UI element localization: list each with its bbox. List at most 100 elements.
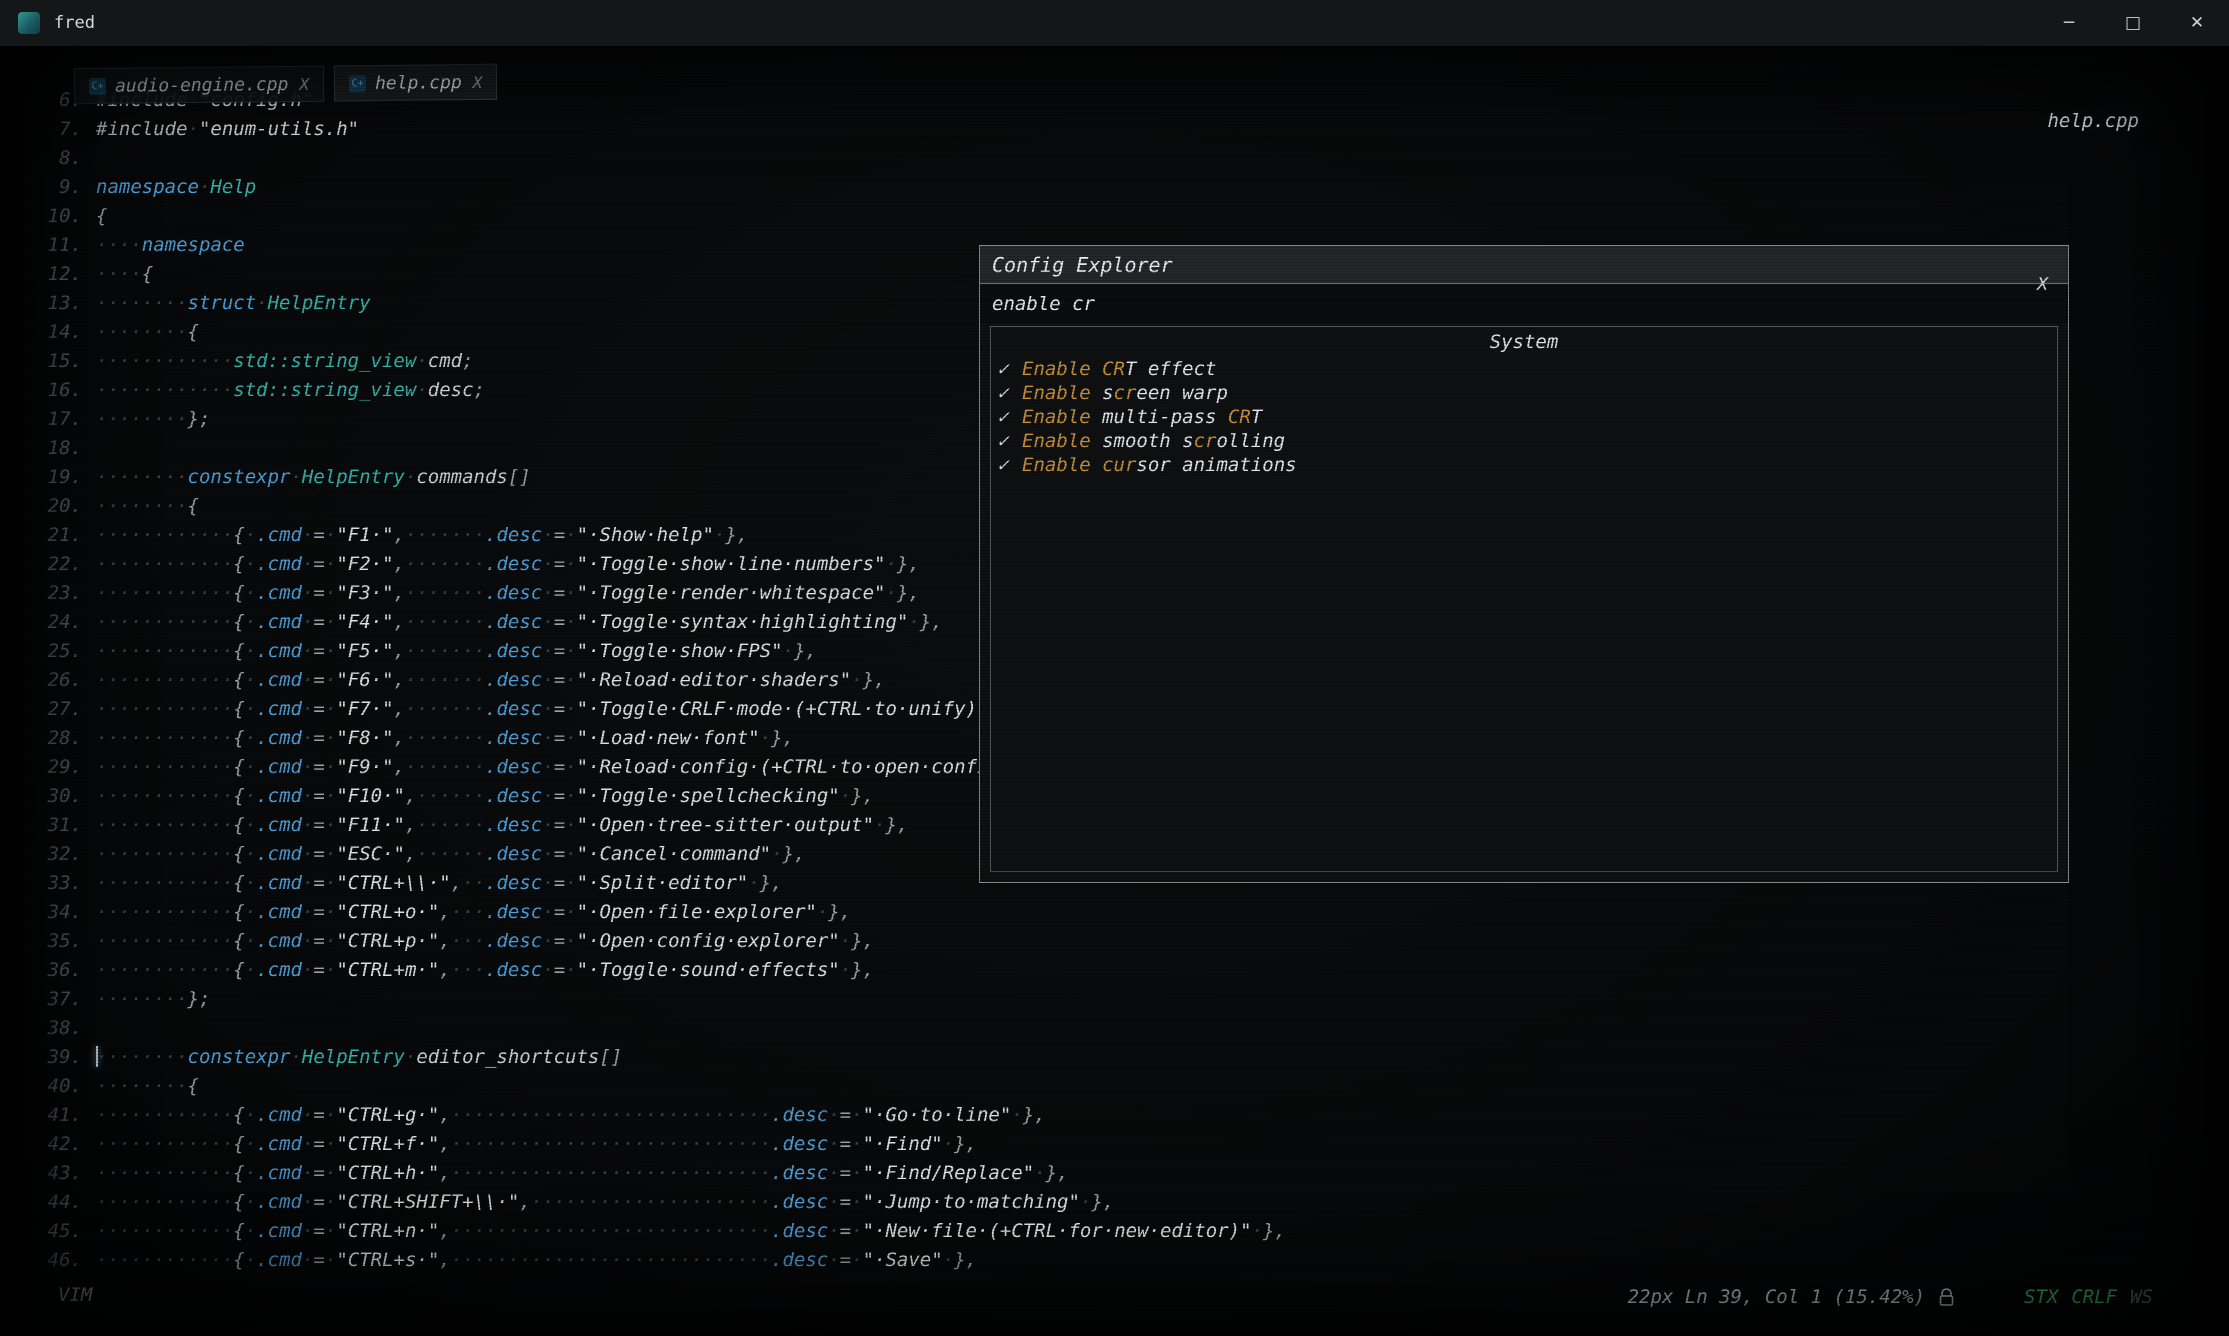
code-text: ············{·.cmd·=·"CTRL+h·",·········… — [96, 1159, 1069, 1188]
line-number: 34. — [24, 898, 82, 927]
config-section-header: System — [991, 329, 2057, 355]
line-number: 35. — [24, 927, 82, 956]
code-text: { — [96, 202, 107, 231]
line-number: 42. — [24, 1130, 82, 1159]
code-text: ············{·.cmd·=·"F9·",·······.desc·… — [96, 753, 1057, 782]
code-line: 38. — [24, 1014, 2205, 1043]
config-option[interactable]: ✓Enable multi-pass CRT — [991, 405, 2057, 429]
vim-mode-indicator: VIM — [58, 1284, 92, 1306]
code-text: ············{·.cmd·=·"CTRL+m·",···.desc·… — [96, 956, 874, 985]
checkbox-checked-icon[interactable]: ✓ — [997, 357, 1013, 381]
tab-bar: C+ audio-engine.cpp XC+ help.cpp X — [74, 64, 498, 104]
config-search-input[interactable]: enable cr — [980, 285, 2068, 323]
line-number: 41. — [24, 1101, 82, 1130]
checkbox-checked-icon[interactable]: ✓ — [997, 453, 1013, 477]
status-flag-crlf: CRLF — [2071, 1286, 2117, 1308]
config-explorer-title: Config Explorer — [992, 253, 1173, 277]
code-text: ········}; — [96, 405, 210, 434]
config-explorer-dialog: Config Explorer X enable cr System ✓Enab… — [979, 245, 2069, 883]
checkbox-checked-icon[interactable]: ✓ — [997, 381, 1013, 405]
config-option-label: Enable smooth scrolling — [1022, 429, 1285, 453]
code-line: 45.············{·.cmd·=·"CTRL+n·",······… — [24, 1217, 2205, 1246]
line-number: 28. — [24, 724, 82, 753]
line-number: 17. — [24, 405, 82, 434]
tab-label: help.cpp — [375, 72, 462, 94]
editor-screen: 6.#include·"config.h"7.#include·"enum-ut… — [24, 46, 2205, 1330]
line-number: 24. — [24, 608, 82, 637]
window-controls: ─□✕ — [2037, 0, 2229, 46]
code-text: ············{·.cmd·=·"F2·",·······.desc·… — [96, 550, 920, 579]
line-number: 23. — [24, 579, 82, 608]
code-text: ········struct·HelpEntry — [96, 289, 371, 318]
code-text: ············{·.cmd·=·"F1·",·······.desc·… — [96, 521, 748, 550]
config-explorer-titlebar: Config Explorer — [980, 246, 2068, 284]
minimize-button[interactable]: ─ — [2037, 0, 2101, 46]
cpp-file-icon: C+ — [89, 77, 106, 94]
line-number: 40. — [24, 1072, 82, 1101]
status-flag-stx: STX — [2024, 1286, 2058, 1308]
code-text: ············{·.cmd·=·"F3·",·······.desc·… — [96, 579, 920, 608]
code-text: ············{·.cmd·=·"F8·",·······.desc·… — [96, 724, 794, 753]
config-option-label: Enable screen warp — [1022, 381, 1228, 405]
code-text: ········constexpr·HelpEntry·commands[] — [96, 463, 531, 492]
code-line: 34.············{·.cmd·=·"CTRL+o·",···.de… — [24, 898, 2205, 927]
code-line: 8. — [24, 144, 2205, 173]
tab-label: audio-engine.cpp — [115, 73, 289, 96]
line-number: 36. — [24, 956, 82, 985]
code-text: ············{·.cmd·=·"CTRL+s·",·········… — [96, 1246, 977, 1275]
line-number: 12. — [24, 260, 82, 289]
code-text: ····{ — [96, 260, 153, 289]
line-number: 33. — [24, 869, 82, 898]
code-text: ············{·.cmd·=·"F4·",·······.desc·… — [96, 608, 943, 637]
line-number: 31. — [24, 811, 82, 840]
config-option[interactable]: ✓ Enable CRT effect — [991, 357, 2057, 381]
config-option[interactable]: ✓ Enable screen warp — [991, 381, 2057, 405]
close-button[interactable]: ✕ — [2165, 0, 2229, 46]
line-number: 29. — [24, 753, 82, 782]
code-text: ············{·.cmd·=·"CTRL+SHIFT+\\·",··… — [96, 1188, 1114, 1217]
line-number: 30. — [24, 782, 82, 811]
tab-close-icon[interactable]: X — [473, 72, 483, 91]
tab-audio-engine.cpp[interactable]: C+ audio-engine.cpp X — [74, 66, 324, 105]
checkbox-checked-icon[interactable]: ✓ — [997, 405, 1013, 429]
code-text: ············{·.cmd·=·"CTRL+p·",···.desc·… — [96, 927, 874, 956]
code-text: ········{ — [96, 318, 199, 347]
line-number: 7. — [24, 115, 82, 144]
tab-help.cpp[interactable]: C+help.cppX — [334, 64, 498, 102]
dialog-close-button[interactable]: X — [2037, 274, 2048, 295]
line-number: 27. — [24, 695, 82, 724]
line-number: 46. — [24, 1246, 82, 1275]
config-option[interactable]: ✓ Enable smooth scrolling — [991, 429, 2057, 453]
code-text: ············{·.cmd·=·"ESC·",······.desc·… — [96, 840, 805, 869]
status-flag-ws: WS — [2130, 1286, 2153, 1308]
code-text: ········}; — [96, 985, 210, 1014]
code-line: 36. ············{·.cmd·=·"CTRL+m·",···.de… — [24, 956, 2205, 985]
window-title: fred — [54, 13, 95, 33]
config-option[interactable]: ✓Enable cursor animations — [991, 453, 2057, 477]
status-right-cluster: 22px Ln 39, Col 1 (15.42%) STX CRLF WS — [1628, 1286, 2153, 1308]
tab-close-icon[interactable]: X — [299, 74, 309, 93]
line-number: 14. — [24, 318, 82, 347]
line-number: 26. — [24, 666, 82, 695]
line-number: 10. — [24, 202, 82, 231]
line-number: 18. — [24, 434, 82, 463]
code-line: 41.············{·.cmd·=·"CTRL+g·",······… — [24, 1101, 2205, 1130]
line-number: 8. — [24, 144, 82, 173]
code-text: ········constexpr·HelpEntry·editor_short… — [96, 1043, 622, 1072]
line-number: 39. — [24, 1043, 82, 1072]
code-line: 44. ············{·.cmd·=·"CTRL+SHIFT+\\·"… — [24, 1188, 2205, 1217]
code-text: ············{·.cmd·=·"F6·",·······.desc·… — [96, 666, 886, 695]
checkbox-checked-icon[interactable]: ✓ — [997, 429, 1013, 453]
cursor-position-info: 22px Ln 39, Col 1 (15.42%) — [1628, 1286, 1925, 1308]
line-number: 37. — [24, 985, 82, 1014]
line-number: 44. — [24, 1188, 82, 1217]
config-option-label: Enable CRT effect — [1022, 357, 1217, 381]
line-number: 20. — [24, 492, 82, 521]
maximize-button[interactable]: □ — [2101, 0, 2165, 46]
line-number: 15. — [24, 347, 82, 376]
code-text: ············std::string_view·cmd; — [96, 347, 474, 376]
code-text: ············std::string_view·desc; — [96, 376, 485, 405]
filename-overlay: help.cpp — [2039, 108, 2147, 134]
line-number: 22. — [24, 550, 82, 579]
window-titlebar: fred ─□✕ — [0, 0, 2229, 47]
